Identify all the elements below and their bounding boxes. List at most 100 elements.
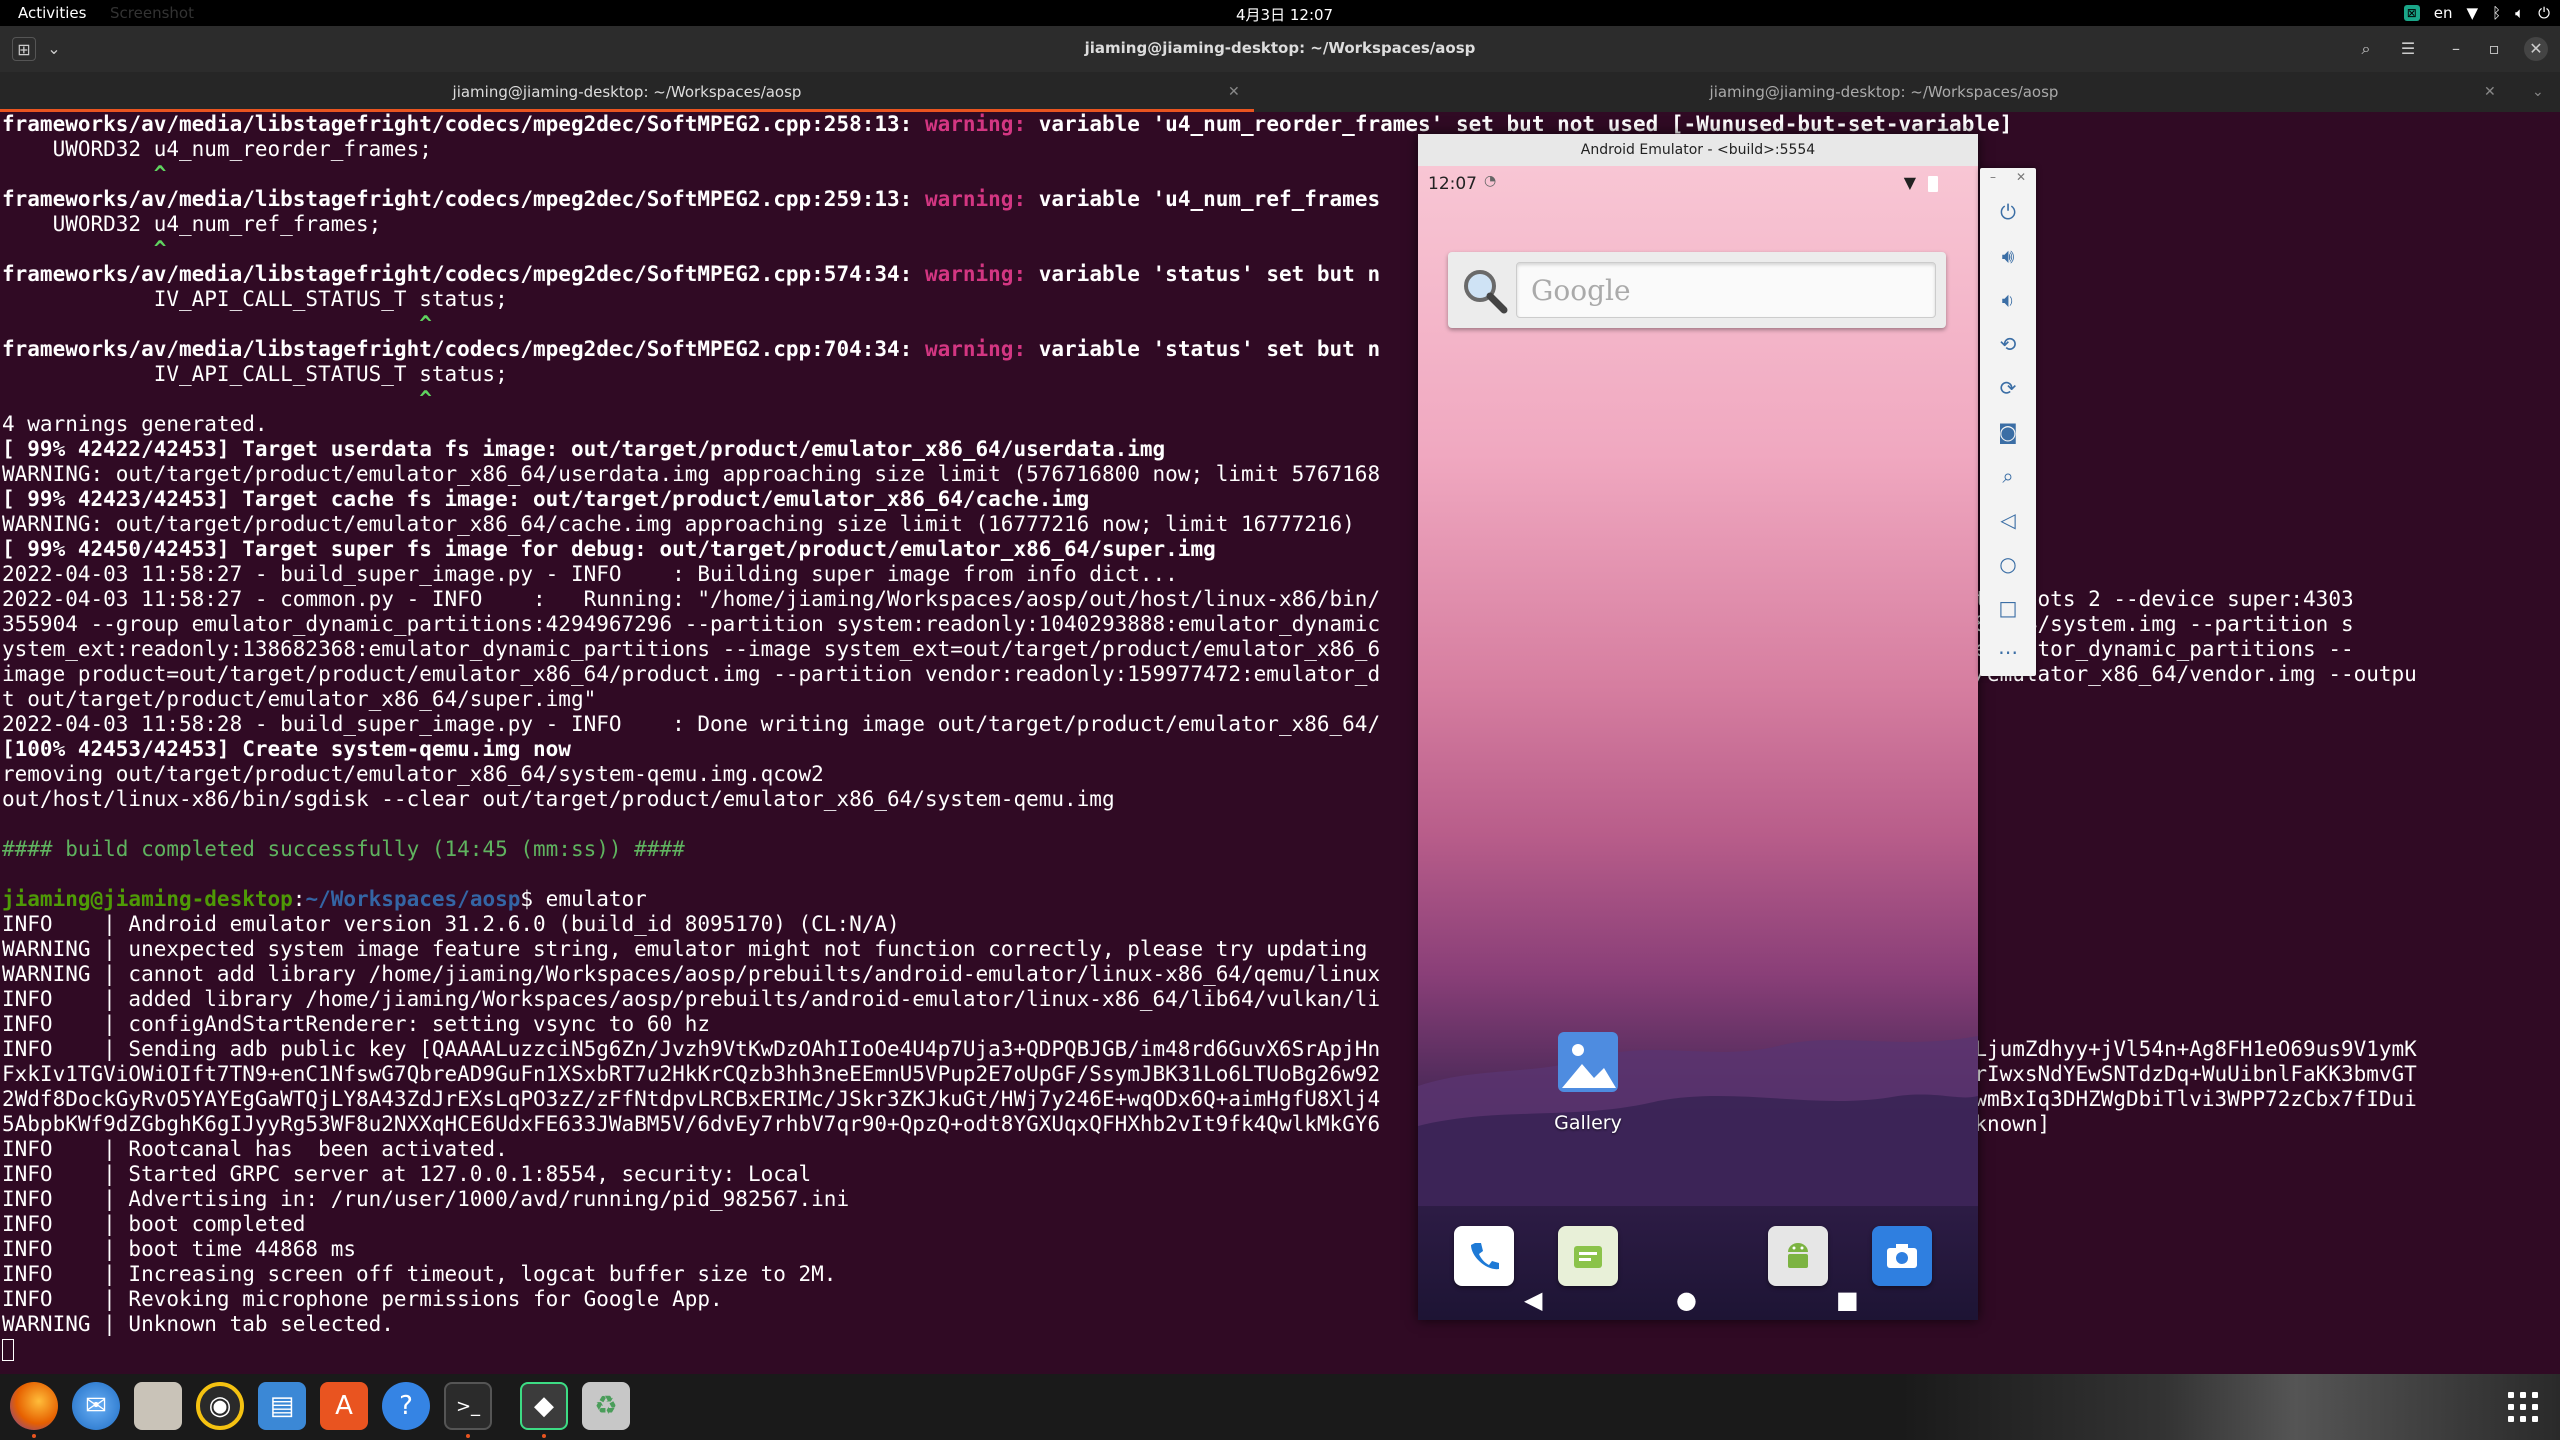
language-indicator[interactable]: en <box>2434 2 2453 24</box>
rhythmbox-icon[interactable]: ◉ <box>196 1382 244 1430</box>
terminal-output[interactable]: frameworks/av/media/libstagefright/codec… <box>0 112 2560 1374</box>
emulator-title[interactable]: Android Emulator - <build>:5554 <box>1418 134 1978 166</box>
terminal-line: 355904 --group emulator_dynamic_partitio… <box>2 612 2417 637</box>
messaging-icon[interactable] <box>1558 1226 1618 1286</box>
terminal-text-segment: ^ <box>2 387 432 411</box>
terminal-text-segment: frameworks/av/media/libstagefright/codec… <box>2 187 925 211</box>
tab-terminal-1[interactable]: jiaming@jiaming-desktop: ~/Workspaces/ao… <box>0 72 1254 112</box>
google-search-widget[interactable]: Google <box>1448 252 1946 328</box>
menu-icon[interactable]: ☰ <box>2396 37 2420 61</box>
home-icon[interactable]: ○ <box>1980 542 2036 586</box>
terminal-icon[interactable]: >_ <box>444 1382 492 1430</box>
emulator-screen[interactable]: 12:07 ◔ ▼ Google Gallery ◀ ● ■ <box>1418 166 1978 1320</box>
thunderbird-icon[interactable]: ✉ <box>72 1382 120 1430</box>
tab-close-icon[interactable]: ✕ <box>1228 72 1240 112</box>
search-icon <box>1464 270 1508 314</box>
terminal-line: [ 99% 42423/42453] Target cache fs image… <box>2 487 2417 512</box>
terminal-text-segment: warning: <box>924 187 1039 211</box>
terminal-text-segment: INFO | Increasing screen off timeout, lo… <box>2 1262 837 1286</box>
wifi-icon: ▼ <box>2466 4 2479 22</box>
more-icon[interactable]: ⋯ <box>1980 630 2036 674</box>
gallery-icon[interactable] <box>1558 1032 1618 1092</box>
firefox-icon[interactable] <box>10 1382 58 1430</box>
terminal-line: out/host/linux-x86/bin/sgdisk --clear ou… <box>2 787 2417 812</box>
running-indicator <box>542 1434 546 1438</box>
volume-down-icon[interactable]: 🔉︎ <box>1980 278 2036 322</box>
terminal-line: image product=out/target/product/emulato… <box>2 662 2417 687</box>
terminal-text-segment: #### build completed successfully (14:45… <box>2 837 685 861</box>
terminal-line: INFO | Revoking microphone permissions f… <box>2 1287 2417 1312</box>
tab-list-chevron-icon[interactable]: ⌄ <box>2532 72 2544 112</box>
status-time: 12:07 <box>1428 174 1477 194</box>
volume-up-icon[interactable]: 🔊︎ <box>1980 234 2036 278</box>
terminal-text-segment: INFO | Started GRPC server at 127.0.0.1:… <box>2 1162 812 1186</box>
activities-button[interactable]: Activities <box>18 4 86 22</box>
trash-icon[interactable]: ♻ <box>582 1382 630 1430</box>
close-icon[interactable]: ✕ <box>2524 37 2548 61</box>
search-icon[interactable]: ⌕ <box>2354 37 2378 61</box>
software-icon[interactable]: A <box>320 1382 368 1430</box>
terminal-cursor <box>2 1339 14 1361</box>
running-indicator <box>466 1434 470 1438</box>
terminal-text-segment: out/host/linux-x86/bin/sgdisk --clear ou… <box>2 787 1115 811</box>
terminal-line: ^ <box>2 387 2417 412</box>
writer-icon[interactable]: ▤ <box>258 1382 306 1430</box>
terminal-text-segment: WARNING | Unknown tab selected. <box>2 1312 394 1336</box>
terminal-line: removing out/target/product/emulator_x86… <box>2 762 2417 787</box>
close-icon[interactable]: ✕ <box>2016 170 2026 184</box>
camera-icon[interactable]: ◙ <box>1980 410 2036 454</box>
home-icon[interactable]: ● <box>1676 1286 1697 1314</box>
terminal-text-segment: 2Wdf8DockGyRvO5YAYEgGaWTQjLY8A43ZdJrEXsL… <box>2 1087 2417 1111</box>
system-tray[interactable]: ⊠ en ▼ ᛒ 🔈︎ ⏻ <box>2403 2 2550 24</box>
terminal-line: WARNING: out/target/product/emulator_x86… <box>2 462 2417 487</box>
terminal-line: 2022-04-03 11:58:27 - common.py - INFO :… <box>2 587 2417 612</box>
terminal-text-segment: $ emulator <box>520 887 647 911</box>
show-apps-icon[interactable] <box>2508 1392 2538 1422</box>
app-indicator-icon[interactable]: ⊠ <box>2403 5 2420 21</box>
minimize-icon[interactable]: – <box>2444 37 2468 61</box>
power-icon: ⏻ <box>2538 4 2550 22</box>
overview-icon[interactable]: □ <box>1980 586 2036 630</box>
clock[interactable]: 4月3日 12:07 <box>1236 4 1333 25</box>
terminal-text-segment: IV_API_CALL_STATUS_T status; <box>2 287 508 311</box>
android-icon[interactable] <box>1768 1226 1828 1286</box>
tab-terminal-2[interactable]: jiaming@jiaming-desktop: ~/Workspaces/ao… <box>1254 72 2514 112</box>
back-icon[interactable]: ◀ <box>1524 1286 1542 1314</box>
tab-close-icon[interactable]: ✕ <box>2484 72 2496 112</box>
search-input[interactable]: Google <box>1516 262 1936 318</box>
terminal-text-segment: WARNING | cannot add library /home/jiami… <box>2 962 1381 986</box>
terminal-line: IV_API_CALL_STATUS_T status; <box>2 287 2417 312</box>
rotate-right-icon[interactable]: ⟳ <box>1980 366 2036 410</box>
zoom-icon[interactable]: ⌕ <box>1980 454 2036 498</box>
minimize-icon[interactable]: – <box>1990 170 1996 184</box>
terminal-text-segment: ^ <box>2 162 167 186</box>
terminal-line: INFO | boot time 44868 ms <box>2 1237 2417 1262</box>
terminal-text-segment: INFO | configAndStartRenderer: setting v… <box>2 1012 711 1036</box>
maximize-icon[interactable]: ▫ <box>2482 37 2506 61</box>
terminal-text-segment: INFO | Revoking microphone permissions f… <box>2 1287 723 1311</box>
terminal-line: frameworks/av/media/libstagefright/codec… <box>2 337 2417 362</box>
rotate-left-icon[interactable]: ⟲ <box>1980 322 2036 366</box>
help-icon[interactable]: ? <box>382 1382 430 1430</box>
files-icon[interactable] <box>134 1382 182 1430</box>
overview-icon[interactable]: ■ <box>1836 1286 1859 1314</box>
terminal-text-segment: : <box>292 887 306 911</box>
terminal-text-segment: INFO | Rootcanal has been activated. <box>2 1137 508 1161</box>
terminal-line: INFO | Sending adb public key [QAAAALuzz… <box>2 1037 2417 1062</box>
volume-icon: 🔈︎ <box>2515 4 2525 22</box>
terminal-line: t out/target/product/emulator_x86_64/sup… <box>2 687 2417 712</box>
android-studio-icon[interactable]: ◆ <box>520 1382 568 1430</box>
terminal-text-segment: [ 99% 42423/42453] Target cache fs image… <box>2 487 1090 511</box>
phone-icon[interactable] <box>1454 1226 1514 1286</box>
terminal-line: WARNING | unexpected system image featur… <box>2 937 2417 962</box>
terminal-line: INFO | Android emulator version 31.2.6.0… <box>2 912 2417 937</box>
emulator-window: Android Emulator - <build>:5554 12:07 ◔ … <box>1418 134 1978 1320</box>
terminal-text-segment: INFO | boot time 44868 ms <box>2 1237 357 1261</box>
terminal-line: WARNING: out/target/product/emulator_x86… <box>2 512 2417 537</box>
terminal-text-segment: UWORD32 u4_num_ref_frames; <box>2 212 382 236</box>
terminal-text-segment: t out/target/product/emulator_x86_64/sup… <box>2 687 597 711</box>
camera-icon[interactable] <box>1872 1226 1932 1286</box>
terminal-line: 2022-04-03 11:58:27 - build_super_image.… <box>2 562 2417 587</box>
power-icon[interactable]: ⏻ <box>1980 190 2036 234</box>
back-icon[interactable]: ◁ <box>1980 498 2036 542</box>
